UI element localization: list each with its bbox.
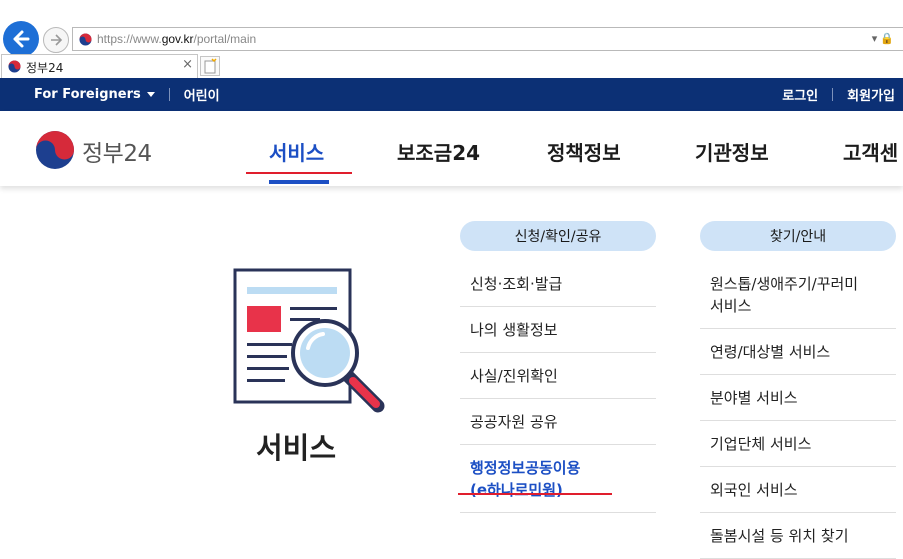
list-item[interactable]: 연령/대상별 서비스 [700, 329, 896, 375]
forward-button[interactable] [43, 27, 69, 53]
column-find-guide: 찾기/안내 원스톱/생애주기/꾸러미 서비스 연령/대상별 서비스 분야별 서비… [700, 221, 896, 559]
signup-link[interactable]: 회원가입 [847, 85, 895, 104]
for-foreigners-link[interactable]: For Foreigners [34, 87, 141, 102]
section-heading-pill: 찾기/안내 [700, 221, 896, 251]
tab-title: 정부24 [26, 61, 64, 75]
nav-customer-center[interactable]: 고객센 [843, 137, 898, 166]
list-item-line: 원스톱/생애주기/꾸러미 [710, 275, 859, 293]
nav-agency-info[interactable]: 기관정보 [695, 137, 769, 166]
highlight-line1: 행정정보공동이용 [470, 459, 581, 477]
address-tools[interactable]: ▾🔒 [872, 32, 897, 45]
list-item-highlight[interactable]: 행정정보공동이용 (e하나로민원) [460, 445, 656, 513]
services-section-title: 서비스 [256, 431, 337, 465]
divider [168, 88, 170, 101]
nav-services[interactable]: 서비스 [269, 137, 324, 166]
link-list: 원스톱/생애주기/꾸러미 서비스 연령/대상별 서비스 분야별 서비스 기업단체… [700, 261, 896, 559]
browser-tab[interactable]: 정부24 × [1, 54, 198, 78]
browser-chrome: https://www.gov.kr/portal/main ▾🔒 정부24 × [0, 0, 903, 78]
back-button[interactable] [3, 21, 39, 57]
logo-text[interactable]: 정부24 [82, 134, 152, 168]
nav-subsidy24[interactable]: 보조금24 [397, 137, 480, 166]
arrow-right-icon [51, 34, 63, 46]
address-url: https://www.gov.kr/portal/main [97, 32, 257, 46]
close-icon[interactable]: × [182, 57, 193, 72]
login-link[interactable]: 로그인 [782, 85, 818, 104]
list-item-line: 서비스 [710, 297, 752, 315]
top-utility-bar: For Foreigners 어린이 로그인 회원가입 [0, 78, 903, 111]
link-list: 신청·조회·발급 나의 생활정보 사실/진위확인 공공자원 공유 행정정보공동이… [460, 261, 656, 513]
address-bar[interactable]: https://www.gov.kr/portal/main ▾🔒 [72, 27, 903, 51]
document-search-icon [233, 268, 385, 413]
new-tab-button[interactable] [200, 56, 220, 76]
list-item[interactable]: 신청·조회·발급 [460, 261, 656, 307]
new-tab-icon [204, 58, 217, 74]
annotation-underline [458, 493, 612, 495]
divider [832, 88, 834, 101]
list-item[interactable]: 외국인 서비스 [700, 467, 896, 513]
list-item[interactable]: 사실/진위확인 [460, 353, 656, 399]
list-item[interactable]: 공공자원 공유 [460, 399, 656, 445]
list-item[interactable]: 기업단체 서비스 [700, 421, 896, 467]
column-apply-check-share: 신청/확인/공유 신청·조회·발급 나의 생활정보 사실/진위확인 공공자원 공… [460, 221, 656, 513]
tab-favicon-icon [8, 60, 21, 73]
list-item[interactable]: 분야별 서비스 [700, 375, 896, 421]
section-heading-pill: 신청/확인/공유 [460, 221, 656, 251]
nav-policy-info[interactable]: 정책정보 [547, 137, 621, 166]
nav-active-indicator [269, 180, 329, 184]
list-item[interactable]: 원스톱/생애주기/꾸러미 서비스 [700, 261, 896, 329]
site-header: 정부24 서비스 보조금24 정책정보 기관정보 고객센 [0, 111, 903, 186]
kids-link[interactable]: 어린이 [184, 85, 220, 104]
site-favicon-icon [79, 33, 92, 46]
highlight-line2: (e하나로민원) [470, 481, 563, 499]
annotation-underline [246, 172, 352, 174]
lock-icon: 🔒 [880, 32, 897, 45]
list-item[interactable]: 나의 생활정보 [460, 307, 656, 353]
arrow-left-icon [13, 30, 30, 48]
chevron-down-icon[interactable] [146, 92, 155, 97]
list-item[interactable]: 돌봄시설 등 위치 찾기 [700, 513, 896, 559]
gov24-logo-icon[interactable] [35, 130, 75, 170]
